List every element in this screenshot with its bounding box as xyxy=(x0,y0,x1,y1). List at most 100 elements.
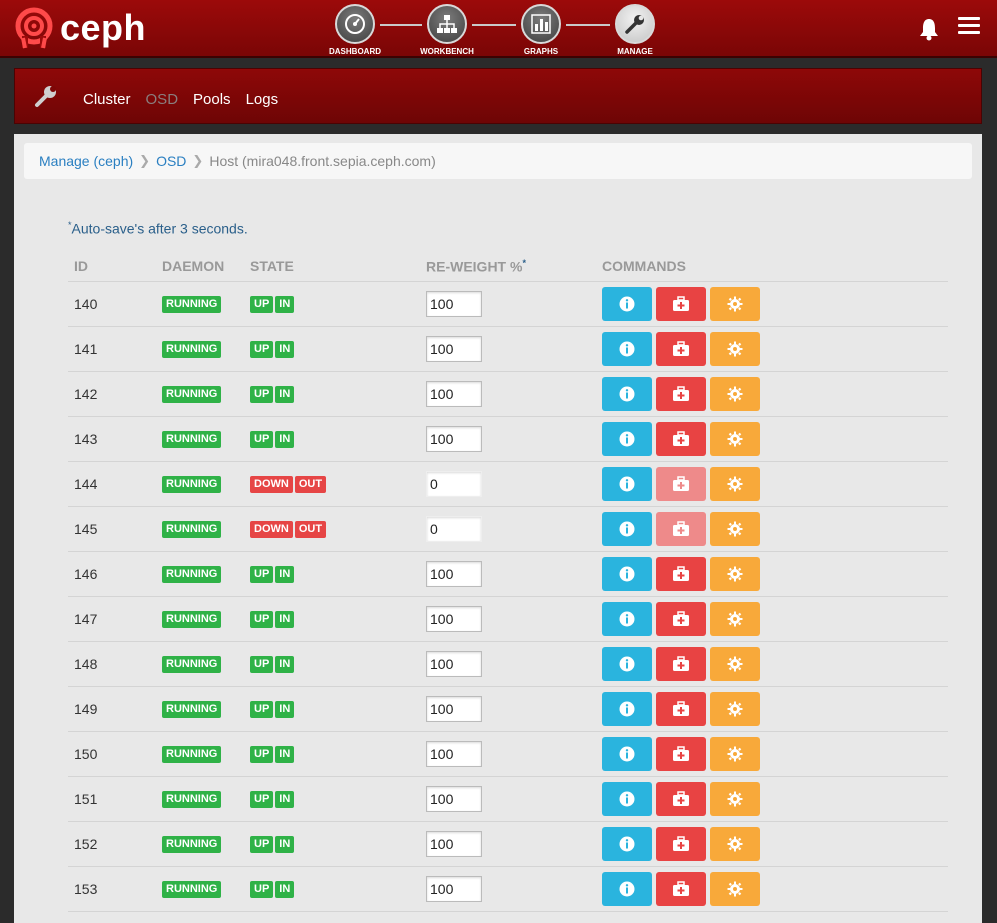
gear-icon xyxy=(727,566,743,581)
reweight-input[interactable] xyxy=(426,875,482,902)
daemon-status-badge: RUNNING xyxy=(162,881,222,898)
repair-button[interactable] xyxy=(656,781,706,816)
autosave-note: *Auto-save's after 3 seconds. xyxy=(68,220,248,237)
reweight-input[interactable] xyxy=(426,380,482,407)
reweight-input[interactable] xyxy=(426,560,482,587)
reweight-input[interactable] xyxy=(426,470,482,497)
repair-button[interactable] xyxy=(656,331,706,366)
daemon-cell: RUNNING xyxy=(156,641,244,687)
table-row: 149 RUNNING UP IN xyxy=(68,686,948,732)
reweight-input[interactable] xyxy=(426,830,482,857)
hub-workbench[interactable]: WORKBENCH xyxy=(420,4,474,56)
info-button[interactable] xyxy=(602,691,652,726)
commands-cell xyxy=(596,461,948,507)
config-button[interactable] xyxy=(710,556,760,591)
hub-manage[interactable]: MANAGE xyxy=(610,4,660,56)
reweight-input[interactable] xyxy=(426,290,482,317)
reweight-cell xyxy=(420,866,596,912)
info-button[interactable] xyxy=(602,781,652,816)
config-button[interactable] xyxy=(710,286,760,321)
wrench-icon xyxy=(615,4,655,44)
reweight-input[interactable] xyxy=(426,515,482,542)
daemon-status-badge: RUNNING xyxy=(162,746,222,763)
info-icon xyxy=(619,836,635,851)
medkit-icon xyxy=(673,520,689,536)
config-button[interactable] xyxy=(710,331,760,366)
reweight-input[interactable] xyxy=(426,695,482,722)
reweight-input[interactable] xyxy=(426,740,482,767)
info-button[interactable] xyxy=(602,871,652,906)
daemon-cell: RUNNING xyxy=(156,281,244,327)
info-button[interactable] xyxy=(602,601,652,636)
hub-graphs[interactable]: GRAPHS xyxy=(516,4,566,56)
subnav-osd[interactable]: OSD xyxy=(146,91,179,108)
table-row: 148 RUNNING UP IN xyxy=(68,641,948,687)
info-button[interactable] xyxy=(602,376,652,411)
osd-table: ID DAEMON STATE RE-WEIGHT %* COMMANDS 14… xyxy=(68,252,948,912)
config-button[interactable] xyxy=(710,826,760,861)
ceph-logo[interactable]: ceph xyxy=(14,6,146,50)
config-button[interactable] xyxy=(710,871,760,906)
reweight-input[interactable] xyxy=(426,650,482,677)
state-cell: UP IN xyxy=(244,596,420,642)
config-button[interactable] xyxy=(710,646,760,681)
in-out-badge: IN xyxy=(275,296,295,313)
table-row: 142 RUNNING UP IN xyxy=(68,371,948,417)
info-icon xyxy=(619,566,635,581)
top-bar: ceph DASHBOARD WORKBENCH GRAPHS MANAGE xyxy=(0,0,997,58)
info-button[interactable] xyxy=(602,826,652,861)
daemon-status-badge: RUNNING xyxy=(162,836,222,853)
repair-button[interactable] xyxy=(656,736,706,771)
table-row: 151 RUNNING UP IN xyxy=(68,776,948,822)
config-button[interactable] xyxy=(710,691,760,726)
repair-button[interactable] xyxy=(656,871,706,906)
info-button[interactable] xyxy=(602,331,652,366)
repair-button[interactable] xyxy=(656,826,706,861)
reweight-input[interactable] xyxy=(426,605,482,632)
medkit-icon xyxy=(673,880,689,896)
info-button[interactable] xyxy=(602,556,652,591)
repair-button[interactable] xyxy=(656,421,706,456)
repair-button[interactable] xyxy=(656,511,706,546)
bell-icon[interactable] xyxy=(918,17,940,41)
reweight-input[interactable] xyxy=(426,335,482,362)
osd-id: 142 xyxy=(68,371,156,417)
hub-dashboard[interactable]: DASHBOARD xyxy=(329,4,381,56)
repair-button[interactable] xyxy=(656,646,706,681)
config-button[interactable] xyxy=(710,421,760,456)
reweight-input[interactable] xyxy=(426,785,482,812)
info-button[interactable] xyxy=(602,466,652,501)
commands-cell xyxy=(596,731,948,777)
info-icon xyxy=(619,296,635,311)
repair-button[interactable] xyxy=(656,691,706,726)
repair-button[interactable] xyxy=(656,601,706,636)
info-button[interactable] xyxy=(602,646,652,681)
breadcrumb-osd[interactable]: OSD xyxy=(156,153,186,169)
table-row: 145 RUNNING DOWN OUT xyxy=(68,506,948,552)
subnav-pools[interactable]: Pools xyxy=(193,91,231,108)
repair-button[interactable] xyxy=(656,286,706,321)
state-cell: UP IN xyxy=(244,416,420,462)
repair-button[interactable] xyxy=(656,466,706,501)
info-button[interactable] xyxy=(602,511,652,546)
info-button[interactable] xyxy=(602,286,652,321)
reweight-input[interactable] xyxy=(426,425,482,452)
config-button[interactable] xyxy=(710,511,760,546)
medkit-icon xyxy=(673,385,689,401)
wrench-icon xyxy=(33,83,59,114)
subnav-cluster[interactable]: Cluster xyxy=(83,91,131,108)
breadcrumb: Manage (ceph) ❯ OSD ❯ Host (mira048.fron… xyxy=(24,143,972,179)
config-button[interactable] xyxy=(710,376,760,411)
breadcrumb-manage[interactable]: Manage (ceph) xyxy=(39,153,133,169)
config-button[interactable] xyxy=(710,781,760,816)
hamburger-menu-icon[interactable] xyxy=(958,17,980,37)
config-button[interactable] xyxy=(710,736,760,771)
info-button[interactable] xyxy=(602,736,652,771)
gear-icon xyxy=(727,296,743,311)
repair-button[interactable] xyxy=(656,556,706,591)
repair-button[interactable] xyxy=(656,376,706,411)
config-button[interactable] xyxy=(710,601,760,636)
config-button[interactable] xyxy=(710,466,760,501)
subnav-logs[interactable]: Logs xyxy=(246,91,279,108)
info-button[interactable] xyxy=(602,421,652,456)
